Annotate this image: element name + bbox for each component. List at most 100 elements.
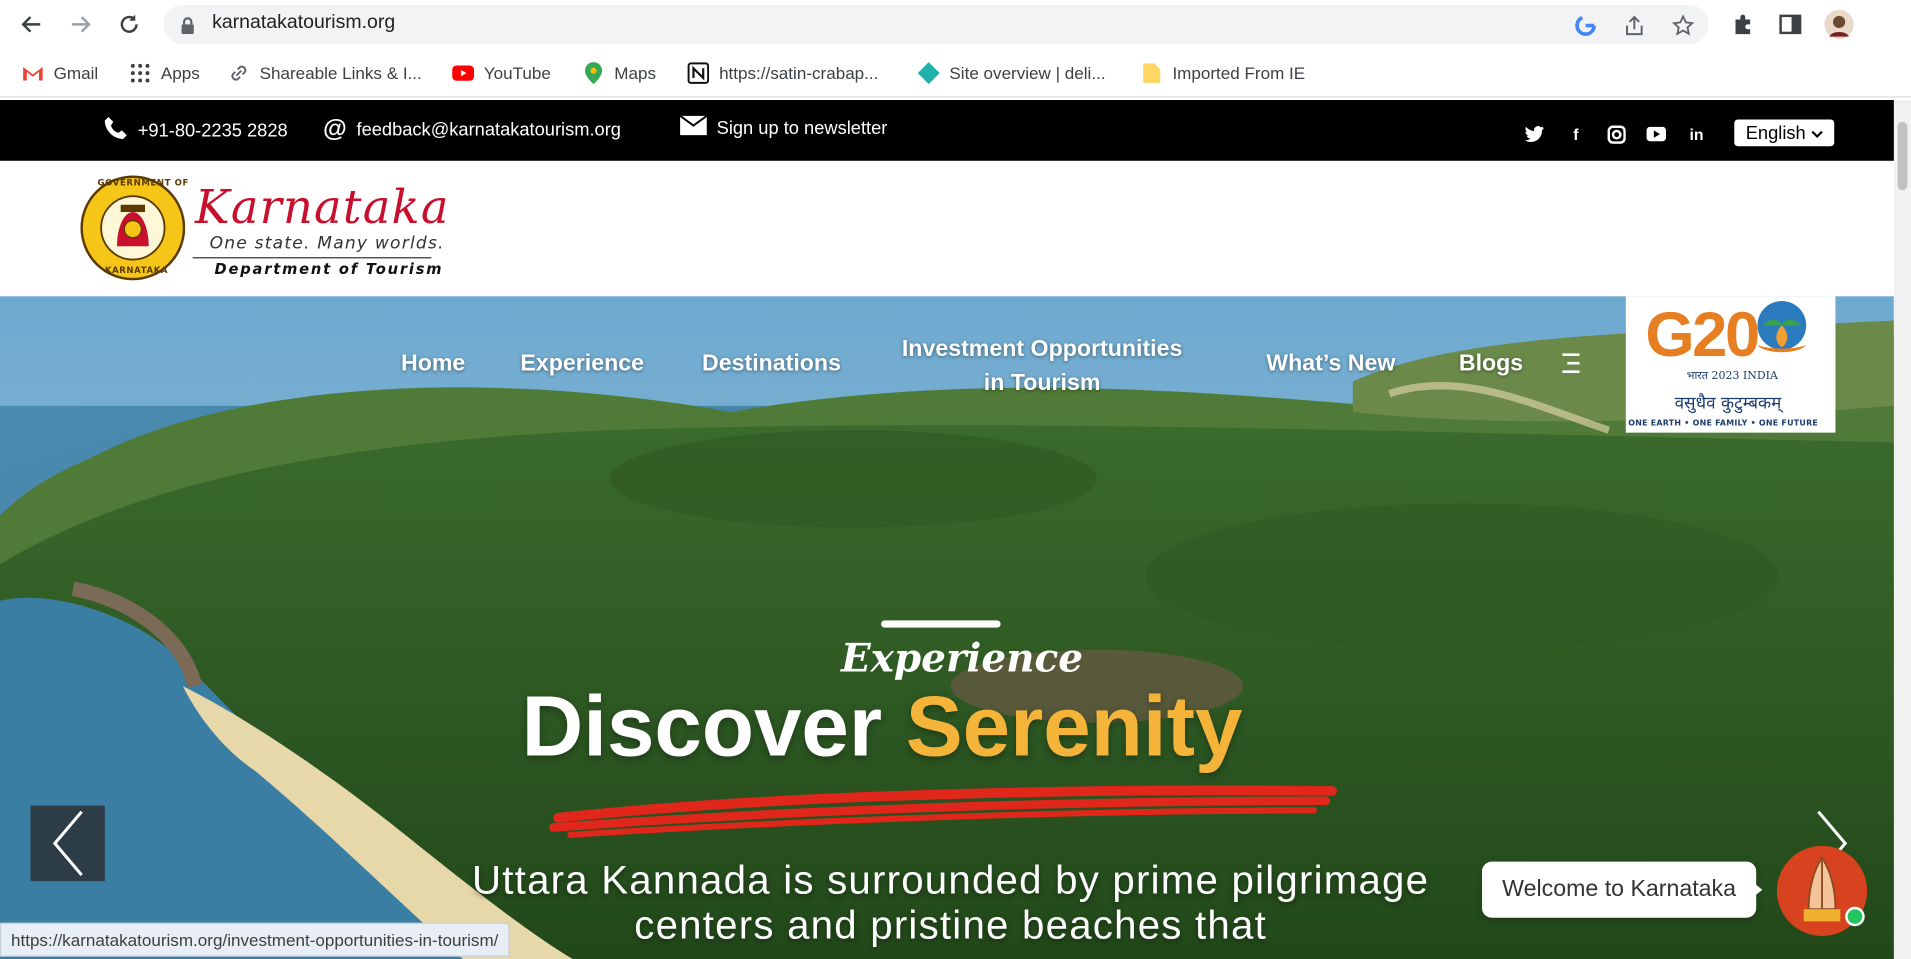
twitter-icon[interactable] xyxy=(1524,124,1545,144)
facebook-icon[interactable]: f xyxy=(1566,124,1586,144)
brand-tagline: One state. Many worlds. xyxy=(209,234,445,254)
hero-title-white: Discover xyxy=(521,678,883,774)
forward-arrow-icon xyxy=(71,16,91,33)
instagram-icon[interactable] xyxy=(1606,124,1626,144)
youtube-social-icon[interactable] xyxy=(1646,124,1667,144)
share-icon[interactable] xyxy=(1623,15,1645,37)
bookmark-gmail[interactable]: Gmail xyxy=(22,61,98,85)
site-header: GOVERNMENT OF KARNATAKA Karnataka One st… xyxy=(0,160,1894,297)
nav-investment-line2[interactable]: in Tourism xyxy=(902,367,1182,401)
newsletter-signup[interactable]: Sign up to newsletter xyxy=(679,114,888,140)
web-page: +91-80-2235 2828 @ feedback@karnatakatou… xyxy=(0,99,1894,959)
bookmark-shareable-links[interactable]: Shareable Links & I... xyxy=(228,61,422,85)
browser-window: karnatakatourism.org Gmail Apps Shareabl… xyxy=(0,0,1911,959)
g20-badge[interactable]: G20 भारत 2023 INDIA वसुधैव कुटुम्बकम् ON… xyxy=(1625,296,1836,433)
bookmark-label: YouTube xyxy=(483,63,551,83)
emblem-bottom-text: KARNATAKA xyxy=(104,265,169,276)
back-button[interactable] xyxy=(15,7,49,41)
bookmark-label: Maps xyxy=(614,63,656,83)
reload-icon xyxy=(120,14,138,33)
contact-topbar: +91-80-2235 2828 @ feedback@karnatakatou… xyxy=(0,99,1894,161)
browser-toolbar: karnatakatourism.org xyxy=(0,0,1911,49)
address-bar[interactable]: karnatakatourism.org xyxy=(163,4,1709,44)
gmail-icon xyxy=(22,62,44,84)
bookmark-satin[interactable]: https://satin-crabap... xyxy=(687,61,878,85)
brand-wordmark: Karnataka xyxy=(195,180,450,234)
link-icon xyxy=(228,62,250,84)
email-contact[interactable]: @ feedback@karnatakatourism.org xyxy=(323,116,621,144)
folder-icon xyxy=(1141,62,1163,84)
bookmark-label: Imported From IE xyxy=(1172,63,1306,83)
nav-destinations[interactable]: Destinations xyxy=(702,351,841,378)
caption-bar xyxy=(881,620,1001,628)
nav-blogs[interactable]: Blogs xyxy=(1459,351,1523,378)
nav-experience[interactable]: Experience xyxy=(520,351,644,378)
email-address[interactable]: feedback@karnatakatourism.org xyxy=(357,119,621,140)
phone-icon xyxy=(104,116,128,145)
scrollbar-thumb[interactable] xyxy=(1897,121,1908,191)
chevron-down-icon xyxy=(1811,122,1823,143)
notion-icon xyxy=(687,62,710,84)
language-value[interactable]: English xyxy=(1746,122,1806,143)
g20-motto-english: ONE EARTH • ONE FAMILY • ONE FUTURE xyxy=(1628,418,1819,428)
bubble-tail xyxy=(1750,879,1763,900)
emblem-top-text: GOVERNMENT OF xyxy=(97,177,189,188)
newsletter-label[interactable]: Sign up to newsletter xyxy=(717,118,888,139)
hamburger-menu-icon[interactable] xyxy=(1558,350,1585,377)
bookmark-label: https://satin-crabap... xyxy=(719,63,879,83)
lock-icon[interactable] xyxy=(180,16,195,39)
lotus-earth-icon xyxy=(1757,301,1807,353)
bookmark-apps[interactable]: Apps xyxy=(129,61,200,85)
hero-eyebrow: Experience xyxy=(840,634,1084,682)
main-navigation: Home Experience Destinations Investment … xyxy=(0,296,1894,430)
bookmark-imported-folder[interactable]: Imported From IE xyxy=(1141,61,1305,85)
status-url-text: https://karnatakatourism.org/investment-… xyxy=(10,929,499,950)
g20-motto-hindi: वसुधैव कुटुम्बकम् xyxy=(1674,393,1782,414)
hero-title: Discover Serenity xyxy=(522,678,1243,776)
nav-investment-opportunities[interactable]: Investment Opportunities in Tourism xyxy=(902,333,1182,401)
bookmark-label: Site overview | deli... xyxy=(949,63,1106,83)
back-arrow-icon xyxy=(21,16,41,33)
chat-welcome-bubble[interactable]: Welcome to Karnataka xyxy=(1482,861,1757,918)
department-label: Department of Tourism xyxy=(214,260,444,278)
hero-title-accent: Serenity xyxy=(905,678,1243,774)
extensions-puzzle-icon[interactable] xyxy=(1728,10,1757,39)
maps-pin-icon xyxy=(583,62,605,85)
nav-whats-new[interactable]: What’s New xyxy=(1266,351,1395,378)
reload-button[interactable] xyxy=(112,7,146,41)
phone-contact[interactable]: +91-80-2235 2828 xyxy=(104,116,288,145)
linkedin-icon[interactable]: in xyxy=(1687,124,1707,144)
phone-number[interactable]: +91-80-2235 2828 xyxy=(138,120,288,141)
url-text[interactable]: karnatakatourism.org xyxy=(212,12,395,34)
side-panel-icon[interactable] xyxy=(1776,10,1805,39)
chat-welcome-text[interactable]: Welcome to Karnataka xyxy=(1502,876,1736,903)
brush-underline xyxy=(549,785,1337,838)
bookmark-star-icon[interactable] xyxy=(1672,14,1695,37)
chevron-left-icon xyxy=(52,810,83,877)
hero-carousel: Home Experience Destinations Investment … xyxy=(0,296,1894,959)
diamond-icon xyxy=(917,62,940,85)
bookmark-label: Apps xyxy=(160,63,200,83)
envelope-icon xyxy=(679,114,708,140)
language-select[interactable]: English xyxy=(1734,119,1835,147)
carousel-prev-button[interactable] xyxy=(30,805,105,882)
youtube-icon xyxy=(452,62,475,84)
page-scrollbar[interactable] xyxy=(1893,99,1911,959)
bookmark-maps[interactable]: Maps xyxy=(583,61,656,85)
bookmark-youtube[interactable]: YouTube xyxy=(452,61,551,85)
karnataka-logo[interactable]: GOVERNMENT OF KARNATAKA Karnataka One st… xyxy=(80,175,448,286)
government-emblem-icon xyxy=(80,175,186,281)
logo-divider xyxy=(192,257,432,259)
at-sign-icon: @ xyxy=(322,115,347,143)
g20-year-text: भारत 2023 INDIA xyxy=(1686,370,1778,383)
g20-logo-text: G20 xyxy=(1645,299,1760,371)
hero-description: Uttara Kannada is surrounded by prime pi… xyxy=(472,856,1430,947)
bookmark-site-overview[interactable]: Site overview | deli... xyxy=(917,61,1106,85)
nav-home[interactable]: Home xyxy=(401,351,465,378)
nav-investment-line1[interactable]: Investment Opportunities xyxy=(902,333,1182,367)
link-status-bar: https://karnatakatourism.org/investment-… xyxy=(0,922,510,957)
google-icon[interactable] xyxy=(1575,15,1597,37)
forward-button[interactable] xyxy=(63,7,97,41)
profile-avatar[interactable] xyxy=(1824,9,1854,39)
bookmarks-bar: Gmail Apps Shareable Links & I... YouTub… xyxy=(0,48,1911,98)
